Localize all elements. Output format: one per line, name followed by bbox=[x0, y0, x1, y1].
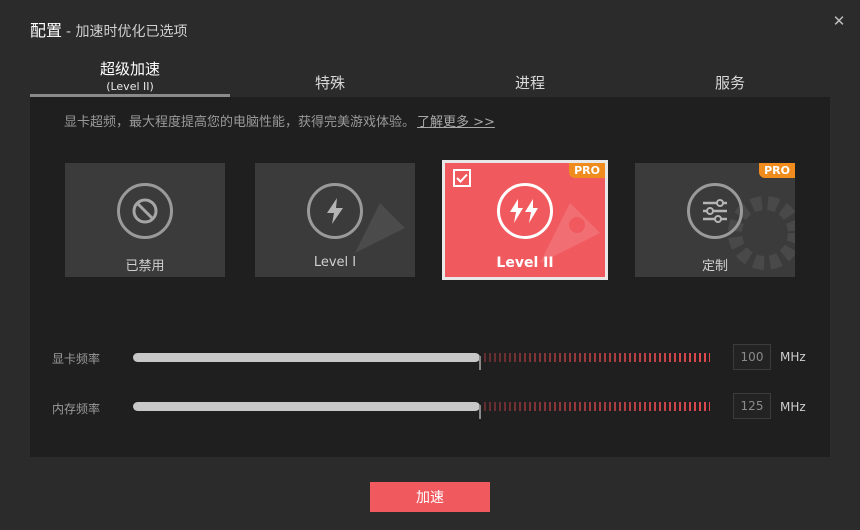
memory-clock-track[interactable] bbox=[133, 402, 480, 411]
tab-label: 超级加速 bbox=[99, 60, 160, 78]
content-panel: 显卡超频，最大程度提高您的电脑性能，获得完美游戏体验。 了解更多 >> 已禁用 L… bbox=[30, 97, 830, 457]
memory-clock-unit: MHz bbox=[780, 400, 806, 414]
description: 显卡超频，最大程度提高您的电脑性能，获得完美游戏体验。 了解更多 >> bbox=[64, 111, 495, 130]
window-subtitle: - 加速时优化已选项 bbox=[66, 24, 188, 40]
memory-clock-label: 内存频率 bbox=[52, 402, 101, 416]
mode-card-label: 已禁用 bbox=[125, 259, 165, 274]
tab-super-boost[interactable]: 超级加速 (Level II) bbox=[30, 58, 230, 98]
mode-card-level-1[interactable]: Level I bbox=[255, 163, 415, 277]
mode-card-custom[interactable]: PRO 定制 bbox=[635, 163, 795, 277]
gpu-clock-label: 显卡频率 bbox=[52, 352, 101, 366]
pro-badge: PRO bbox=[569, 163, 605, 178]
pro-badge: PRO bbox=[759, 163, 795, 178]
description-text: 显卡超频，最大程度提高您的电脑性能，获得完美游戏体验。 bbox=[64, 115, 416, 130]
mode-card-level-2[interactable]: PRO Level II bbox=[442, 160, 608, 280]
memory-clock-handle[interactable] bbox=[479, 405, 481, 419]
boost-button[interactable]: 加速 bbox=[370, 482, 490, 512]
mode-card-label: 定制 bbox=[701, 259, 728, 274]
tab-label: 进程 bbox=[514, 74, 545, 92]
tab-bar: 超级加速 (Level II) 特殊 进程 服务 bbox=[30, 58, 830, 98]
tab-label: 特殊 bbox=[314, 74, 345, 92]
gpu-clock-handle[interactable] bbox=[479, 356, 481, 370]
mode-card-disabled[interactable]: 已禁用 bbox=[65, 163, 225, 277]
mode-card-label: Level II bbox=[496, 255, 554, 271]
gpu-clock-track[interactable] bbox=[133, 353, 480, 362]
ban-icon bbox=[117, 183, 173, 239]
tab-label: 服务 bbox=[714, 74, 745, 92]
window-title: 配置 - 加速时优化已选项 bbox=[30, 17, 188, 41]
memory-clock-value-field[interactable]: 125 bbox=[733, 393, 771, 419]
double-lightning-icon bbox=[497, 183, 553, 239]
tab-special[interactable]: 特殊 bbox=[230, 58, 430, 98]
checkbox-checked-icon bbox=[453, 169, 471, 187]
gpu-clock-unit: MHz bbox=[780, 350, 806, 364]
sliders-icon bbox=[687, 183, 743, 239]
tab-process[interactable]: 进程 bbox=[430, 58, 630, 98]
mode-card-label: Level I bbox=[313, 255, 357, 270]
window-title-main: 配置 bbox=[30, 21, 63, 40]
tab-services[interactable]: 服务 bbox=[630, 58, 830, 98]
gpu-clock-value-field[interactable]: 100 bbox=[733, 344, 771, 370]
learn-more-link[interactable]: 了解更多 >> bbox=[417, 115, 495, 130]
tab-sublabel: (Level II) bbox=[106, 80, 154, 93]
memory-clock-range-ticks bbox=[484, 402, 710, 411]
gpu-clock-range-ticks bbox=[484, 353, 710, 362]
lightning-icon bbox=[307, 183, 363, 239]
close-icon[interactable]: ✕ bbox=[831, 12, 847, 30]
